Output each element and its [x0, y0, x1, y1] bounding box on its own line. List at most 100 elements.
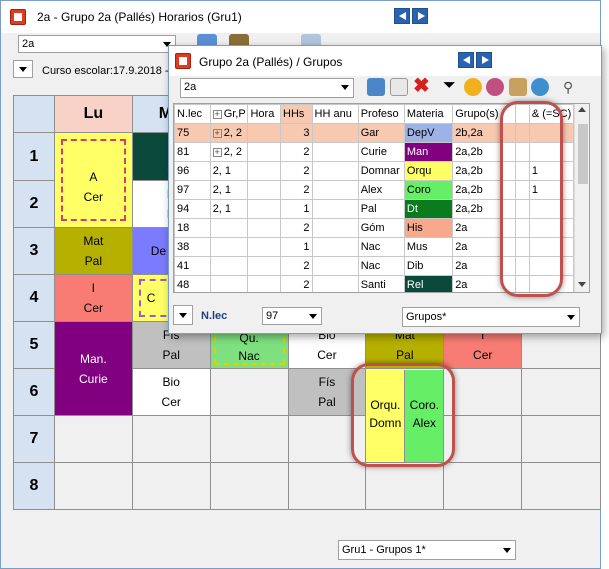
footer-dropdown[interactable] [173, 305, 193, 325]
cell-nlec[interactable]: 97 [174, 180, 211, 200]
scroll-up-icon[interactable] [578, 107, 586, 112]
cell-hora[interactable] [247, 256, 282, 276]
cell-nlec[interactable]: 81 [174, 142, 211, 162]
cell-nlec[interactable]: 18 [174, 218, 211, 238]
clock-icon[interactable] [464, 78, 482, 96]
lesson-i-cer[interactable]: I Cer [53, 274, 133, 322]
group-icon[interactable] [486, 78, 504, 96]
cell-nlec[interactable]: 96 [174, 161, 211, 181]
grid-icon[interactable] [367, 78, 385, 96]
expand-icon[interactable]: + [212, 128, 222, 138]
cell-profesor[interactable]: Gar [357, 123, 405, 143]
next-arrow-icon[interactable] [412, 8, 428, 24]
cell-hhs[interactable]: 2 [280, 275, 313, 292]
cell-profesor[interactable]: Santi [357, 275, 405, 292]
cell-hh-anu[interactable] [311, 142, 359, 162]
cell-hhs[interactable]: 2 [280, 161, 313, 181]
cell-profesor[interactable]: Góm [357, 218, 405, 238]
cell-nlec[interactable]: 75 [174, 123, 211, 143]
lesson-man-curie[interactable]: Man. Curie [53, 321, 133, 416]
cell-materia[interactable]: Coro [403, 180, 454, 200]
cell-gr[interactable]: 2, 1 [209, 180, 249, 200]
cell-hora[interactable] [247, 123, 282, 143]
cell-materia[interactable]: Orqu [403, 161, 454, 181]
grupos-view-select[interactable]: Grupos* [402, 307, 580, 327]
cell-hora[interactable] [247, 142, 282, 162]
cell-hora[interactable] [247, 218, 282, 238]
cell-hora[interactable] [247, 275, 282, 292]
cell-gr[interactable]: 2, 1 [209, 199, 249, 219]
cell-gr[interactable]: +2, 2 [209, 123, 249, 143]
settings-icon[interactable] [509, 78, 527, 96]
cell-hh-anu[interactable] [311, 180, 359, 200]
cell-hora[interactable] [247, 237, 282, 257]
cell-materia[interactable]: DepV [403, 123, 454, 143]
cell-gr[interactable]: +2, 2 [209, 142, 249, 162]
lesson-a-cer[interactable]: A Cer [53, 132, 133, 228]
cell-profesor[interactable]: Nac [357, 237, 405, 257]
cell-hora[interactable] [247, 180, 282, 200]
cell-materia[interactable]: Mus [403, 237, 454, 257]
delete-icon[interactable]: ✖ [413, 76, 430, 96]
cell-hhs[interactable]: 2 [280, 256, 313, 276]
cell-materia[interactable]: Man [403, 142, 454, 162]
col-nlec[interactable]: N.lec [174, 104, 211, 124]
cell-profesor[interactable]: Domnar [357, 161, 405, 181]
cell-gr[interactable] [209, 218, 249, 238]
settings-dropdown[interactable] [13, 60, 33, 78]
lesson-mat-pal[interactable]: Mat Pal [53, 227, 133, 275]
cell-hhs[interactable]: 3 [280, 123, 313, 143]
cell-hora[interactable] [247, 161, 282, 181]
col-materia[interactable]: Materia [403, 104, 454, 124]
cell-profesor[interactable]: Alex [357, 180, 405, 200]
cell-nlec[interactable]: 48 [174, 275, 211, 292]
chevron-down-icon[interactable] [563, 309, 579, 325]
cell-materia[interactable]: Dib [403, 256, 454, 276]
scroll-thumb[interactable] [578, 124, 588, 184]
cell-hora[interactable] [247, 199, 282, 219]
cell-hh-anu[interactable] [311, 256, 359, 276]
cell-nlec[interactable]: 41 [174, 256, 211, 276]
cell-materia[interactable]: Rel [403, 275, 454, 292]
chevron-down-icon[interactable] [499, 542, 515, 558]
previous-arrow-icon[interactable] [458, 52, 474, 68]
lesson-bio-cer[interactable]: Bio Cer [131, 368, 211, 416]
groups-titlebar[interactable]: Grupo 2a (Pallés) / Grupos [169, 46, 601, 76]
cell-profesor[interactable]: Nac [357, 256, 405, 276]
cell-hhs[interactable]: 2 [280, 142, 313, 162]
cell-hh-anu[interactable] [311, 199, 359, 219]
cell-hhs[interactable]: 2 [280, 218, 313, 238]
new-icon[interactable] [390, 78, 408, 96]
cell-nlec[interactable]: 94 [174, 199, 211, 219]
view-select[interactable]: Gru1 - Grupos 1* [338, 540, 516, 560]
cell-materia[interactable]: Dt [403, 199, 454, 219]
cell-profesor[interactable]: Pal [357, 199, 405, 219]
chevron-down-icon[interactable] [305, 308, 321, 324]
cell-gr[interactable] [209, 275, 249, 292]
col-hh-anu[interactable]: HH anu [311, 104, 359, 124]
cell-hhs[interactable]: 1 [280, 237, 313, 257]
cell-hhs[interactable]: 2 [280, 180, 313, 200]
previous-arrow-icon[interactable] [394, 8, 410, 24]
scroll-down-icon[interactable] [578, 282, 586, 287]
cell-gr[interactable]: 2, 1 [209, 161, 249, 181]
cell-profesor[interactable]: Curie [357, 142, 405, 162]
cell-hh-anu[interactable] [311, 218, 359, 238]
cell-materia[interactable]: His [403, 218, 454, 238]
col-profesor[interactable]: Profeso [357, 104, 405, 124]
cell-gr[interactable] [209, 256, 249, 276]
timetable-titlebar[interactable]: 2a - Grupo 2a (Pallés) Horarios (Gru1) [1, 1, 600, 33]
cell-nlec[interactable]: 38 [174, 237, 211, 257]
class-select[interactable]: 2a [18, 35, 176, 53]
cell-hhs[interactable]: 1 [280, 199, 313, 219]
cell-hh-anu[interactable] [311, 237, 359, 257]
expand-icon[interactable]: + [212, 147, 222, 157]
grid-scrollbar[interactable] [574, 104, 589, 292]
cell-gr[interactable] [209, 237, 249, 257]
col-gr[interactable]: + Gr,P [209, 104, 249, 124]
chevron-down-icon[interactable] [337, 79, 353, 95]
next-arrow-icon[interactable] [476, 52, 492, 68]
group-select[interactable]: 2a [180, 78, 354, 98]
nlec-field[interactable]: 97 [262, 307, 322, 325]
cell-hh-anu[interactable] [311, 123, 359, 143]
